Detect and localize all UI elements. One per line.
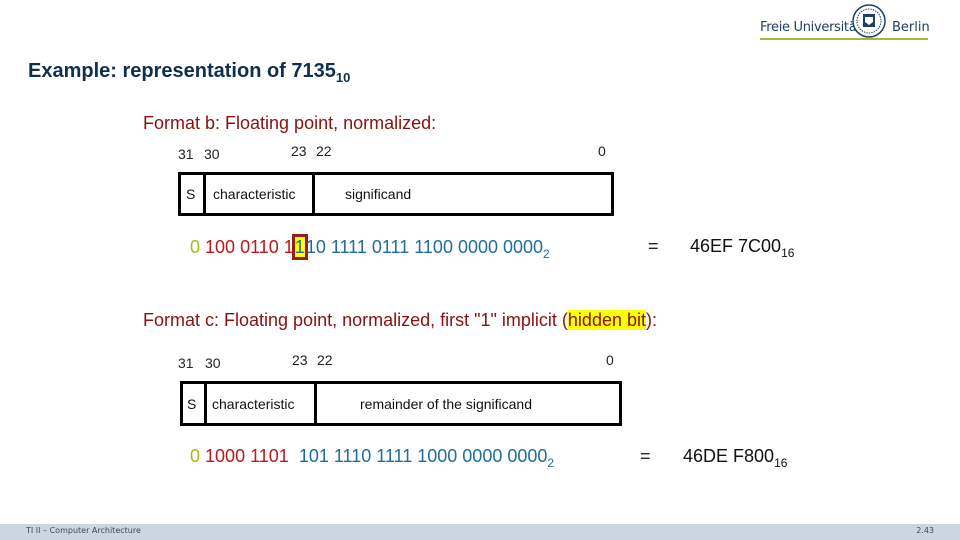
hidden-bit-highlight: 1 <box>291 234 308 260</box>
format-c-heading: Format c: Floating point, normalized, fi… <box>143 310 657 331</box>
divider <box>204 384 207 423</box>
sign-bit: 0 <box>190 446 201 466</box>
divider <box>314 384 317 423</box>
format-b-hex: 46EF 7C0016 <box>690 236 794 260</box>
format-c-heading-post: ): <box>646 310 657 330</box>
equals-sign: = <box>640 446 651 466</box>
hex-base: 16 <box>781 246 795 260</box>
binary-base: 2 <box>543 247 550 261</box>
format-c-register: S characteristic remainder of the signif… <box>180 381 622 426</box>
bit-label-30: 30 <box>204 146 220 162</box>
logo-text-left: Freie Universität <box>760 20 862 35</box>
format-b-binary-row: 0 100 0110 1110 1111 0111 1100 0000 0000… <box>190 234 550 261</box>
footer-course: TI II – Computer Architecture <box>26 526 141 535</box>
format-c-hex: 46DE F80016 <box>683 446 787 470</box>
title-text: Example: representation of 7135 <box>28 60 336 82</box>
divider <box>203 175 206 213</box>
sign-field: S <box>186 186 196 202</box>
footer-page-number: 2.43 <box>916 526 934 535</box>
hex-base: 16 <box>774 456 788 470</box>
university-seal-icon <box>852 4 886 38</box>
hex-value: 46EF 7C00 <box>690 236 782 256</box>
format-c-heading-pre: Format c: Floating point, normalized, fi… <box>143 310 568 330</box>
bit-label-22: 22 <box>316 143 332 159</box>
footer-bar: TI II – Computer Architecture 2.43 <box>0 524 960 540</box>
characteristic-field: characteristic <box>213 186 296 202</box>
bit-label-22: 22 <box>317 352 333 368</box>
binary-base: 2 <box>547 456 555 470</box>
bit-label-30: 30 <box>205 355 221 371</box>
university-logo: Freie Universität Berlin <box>760 4 930 40</box>
exponent-bits: 100 0110 1 <box>205 237 294 257</box>
hex-value: 46DE F800 <box>683 446 775 466</box>
bit-label-31: 31 <box>178 146 194 162</box>
sign-field: S <box>187 395 197 412</box>
characteristic-field: characteristic <box>212 395 295 412</box>
bit-label-31: 31 <box>178 355 194 371</box>
mantissa-bits: 10 1111 0111 1100 0000 0000 <box>305 237 544 257</box>
title-subscript: 10 <box>335 70 351 85</box>
bit-label-23: 23 <box>291 143 307 159</box>
logo-underline <box>760 38 928 40</box>
bit-label-0: 0 <box>606 352 614 368</box>
exponent-bits: 1000 1101 <box>205 446 289 466</box>
bit-label-23: 23 <box>292 352 308 368</box>
format-c-binary-row: 0 1000 1101 101 1110 1111 1000 0000 0000… <box>190 446 554 470</box>
hidden-bit-term: hidden bit <box>567 310 646 330</box>
equals-sign: = <box>648 236 659 256</box>
logo-text-right: Berlin <box>892 20 930 35</box>
slide-title: Example: representation of 713510 <box>28 60 350 85</box>
significand-field: significand <box>345 186 412 202</box>
format-b-register: S characteristic significand <box>178 172 614 216</box>
format-b-heading: Format b: Floating point, normalized: <box>143 113 437 133</box>
divider <box>312 175 315 213</box>
sign-bit: 0 <box>190 237 201 257</box>
bit-label-0: 0 <box>598 143 606 159</box>
significand-remainder-field: remainder of the significand <box>360 395 532 412</box>
mantissa-bits: 101 1110 1111 1000 0000 0000 <box>298 446 548 466</box>
